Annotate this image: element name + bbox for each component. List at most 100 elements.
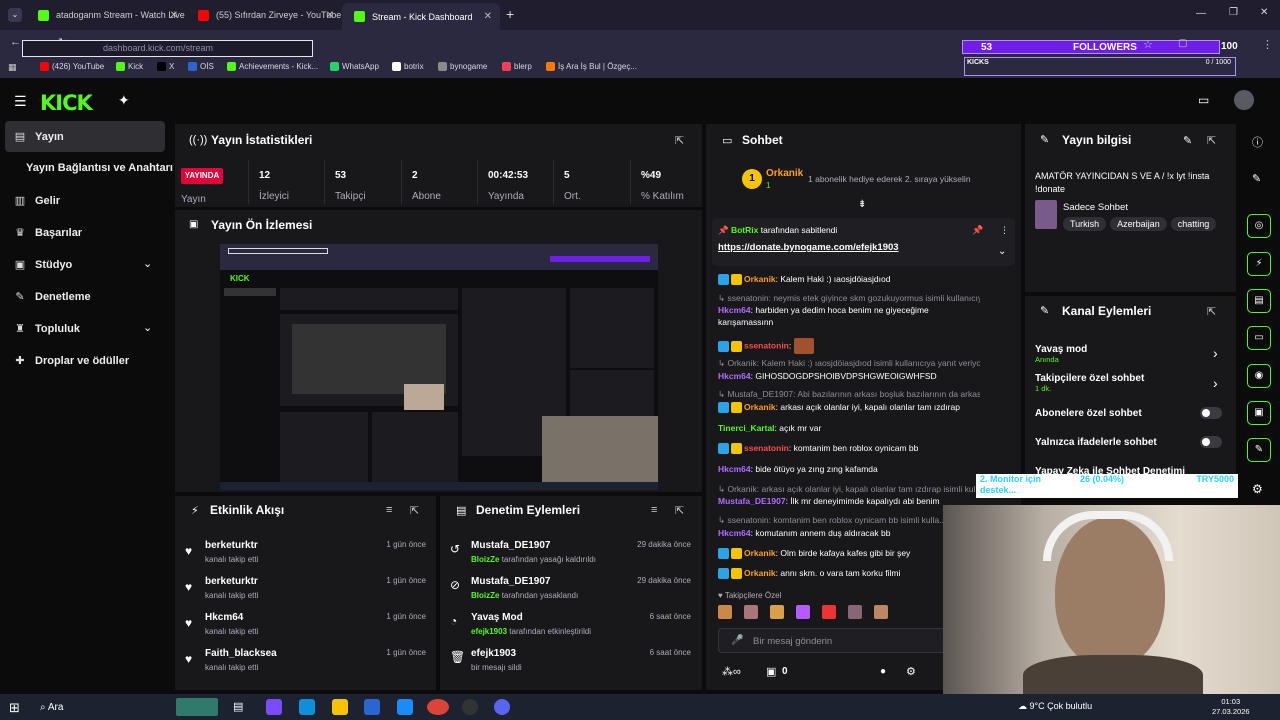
pinned-link[interactable]: https://donate.bynogame.com/efejk1903 [718,242,899,253]
tag-chip[interactable]: Azerbaijan [1110,217,1167,231]
tab-list-icon[interactable]: ⌄ [8,8,22,22]
popout-icon[interactable]: ⇱ [675,134,684,147]
bookmark-kick[interactable]: Kick [116,62,143,71]
action-followers-only[interactable]: Takipçilere özel sohbet 1 dk. [1035,373,1144,393]
hamburger-menu-icon[interactable]: ☰ [14,93,27,110]
avatar[interactable] [1234,90,1254,110]
subs-only-toggle[interactable] [1200,407,1222,419]
outlook-icon[interactable] [397,699,413,715]
popout-icon[interactable]: ⇱ [675,504,684,517]
bookmark-ois[interactable]: OİS [188,62,214,71]
chat-username[interactable]: Orkanik [744,568,776,578]
popout-icon[interactable]: ⇱ [1207,134,1216,147]
url-input[interactable]: dashboard.kick.com/stream [22,40,313,57]
rail-button[interactable]: ◎ [1247,214,1271,238]
edit-icon[interactable]: ✎ [1183,134,1192,147]
chevron-right-icon[interactable]: › [1213,375,1218,391]
chat-username[interactable]: Orkanik [744,402,776,412]
close-tab-icon[interactable]: ✕ [170,10,178,21]
category-thumbnail[interactable] [1035,200,1057,229]
minimize-icon[interactable]: — [1196,8,1206,19]
rail-button[interactable]: ▤ [1247,289,1271,313]
stream-preview-video[interactable]: KICK [220,244,658,490]
top-gifter-name[interactable]: Orkanik [766,168,803,179]
rail-button[interactable]: ▭ [1247,326,1271,350]
chat-username[interactable]: Hkcm64 [718,464,751,474]
rail-button[interactable]: ◉ [1247,364,1271,388]
more-options-icon[interactable]: ⋮ [1000,225,1009,236]
tab-watch-live[interactable]: atadoganm Stream - Watch Live ✕ [26,4,186,26]
chrome-icon[interactable] [427,699,449,715]
chat-username[interactable]: Hkcm64 [718,528,751,538]
obs-icon[interactable] [462,699,478,715]
sidebar-item-yayin-label[interactable]: ▤ Yayın [14,130,64,144]
chevron-down-icon[interactable]: ⌄ [143,257,152,270]
rail-button[interactable]: ⚡ [1247,252,1271,276]
chat-username[interactable]: Mustafa_DE1907 [718,496,786,506]
sidebar-item-denetleme[interactable]: ✎ Denetleme [14,290,90,304]
sidebar-item-droplar[interactable]: ✚ Droplar ve ödüller [14,354,129,368]
filter-icon[interactable]: ≡ [651,504,657,516]
chat-username[interactable]: Orkanik [744,274,776,284]
emote-icon[interactable] [718,605,732,619]
bookmark-botrix[interactable]: botrix [392,62,424,71]
emote-icon[interactable] [796,605,810,619]
info-icon[interactable]: ⓘ [1252,134,1263,150]
copilot-icon[interactable] [266,699,282,715]
chat-username[interactable]: ssenatonin [744,340,789,350]
action-slow-mode[interactable]: Yavaş mod Anında [1035,344,1087,364]
bookmark-blerp[interactable]: blerp [502,62,532,71]
chat-username[interactable]: Hkcm64 [718,371,751,381]
tab-youtube[interactable]: (55) Sıfırdan Zirveye - YouTube ✕ [186,4,342,26]
community-icon[interactable]: ⁂∞ [722,665,741,678]
task-view-icon[interactable]: ▤ [233,700,243,713]
chat-input[interactable]: 🎤 Bir mesaj gönderin [718,628,948,653]
taskbar-search[interactable]: ⌕ Ara [40,702,63,713]
close-tab-icon[interactable]: ✕ [484,11,492,22]
emote-icon[interactable] [744,605,758,619]
sidebar-item-gelir[interactable]: ▥ Gelir [14,194,60,208]
discord-icon[interactable] [494,699,510,715]
chevron-right-icon[interactable]: › [1213,345,1218,361]
unpin-icon[interactable]: 📌 [972,225,983,236]
store-icon[interactable] [364,699,380,715]
edge-icon[interactable] [299,699,315,715]
bookmark-x[interactable]: X [157,62,174,71]
weather-widget[interactable]: ☁ 9°C Çok bulutlu [1018,701,1092,712]
close-window-icon[interactable]: ✕ [1260,7,1268,18]
sidebar-item-studyo[interactable]: ▣ Stüdyo [14,258,72,272]
bookmark-is-ara[interactable]: İş Ara İş Bul | Özgeç... [546,62,637,71]
back-icon[interactable]: ← [10,36,21,48]
tag-chip[interactable]: Turkish [1063,217,1107,231]
chat-username[interactable]: Hkcm64 [718,305,751,315]
bookmark-bynogame[interactable]: bynogame [438,62,487,71]
settings-icon[interactable]: ⚙ [906,665,916,678]
mic-icon[interactable]: 🎤 [731,635,743,646]
settings-icon[interactable]: ⚙ [1252,482,1263,496]
category-name[interactable]: Sadece Sohbet [1063,202,1128,213]
popout-icon[interactable]: ⇱ [410,504,419,517]
chat-username[interactable]: Tinerci_Kartal [718,423,775,433]
sidebar-item-topluluk[interactable]: ♜ Topluluk [14,322,80,336]
emote-icon[interactable] [874,605,888,619]
emote-picker-icon[interactable]: ● [880,666,886,677]
file-explorer-icon[interactable] [332,699,348,715]
emote-icon[interactable] [770,605,784,619]
bookmark-whatsapp[interactable]: WhatsApp [330,62,379,71]
emote-only-toggle[interactable] [1200,436,1222,448]
tag-chip[interactable]: chatting [1170,217,1217,231]
windows-start-icon[interactable]: ⊞ [9,700,20,716]
tab-kick-dashboard[interactable]: Stream - Kick Dashboard ✕ [342,3,500,30]
edit-icon[interactable]: ✎ [1252,172,1261,185]
cast-icon[interactable]: ▭ [1198,93,1209,107]
apps-grid-icon[interactable]: ▦ [8,62,17,73]
emote-icon[interactable] [848,605,862,619]
clock[interactable]: 01:03 27.03.2026 [1212,697,1250,717]
extensions-icon[interactable]: ▢ [1178,38,1187,49]
bookmark-achievements[interactable]: Achievements - Kick... [227,62,318,71]
bookmark-star-icon[interactable]: ☆ [1143,38,1153,51]
menu-dots-icon[interactable]: ⋮ [1262,38,1273,51]
bookmark-youtube[interactable]: (426) YouTube [40,62,104,71]
pin-icon[interactable]: ✦ [118,92,130,109]
emote-icon[interactable] [822,605,836,619]
